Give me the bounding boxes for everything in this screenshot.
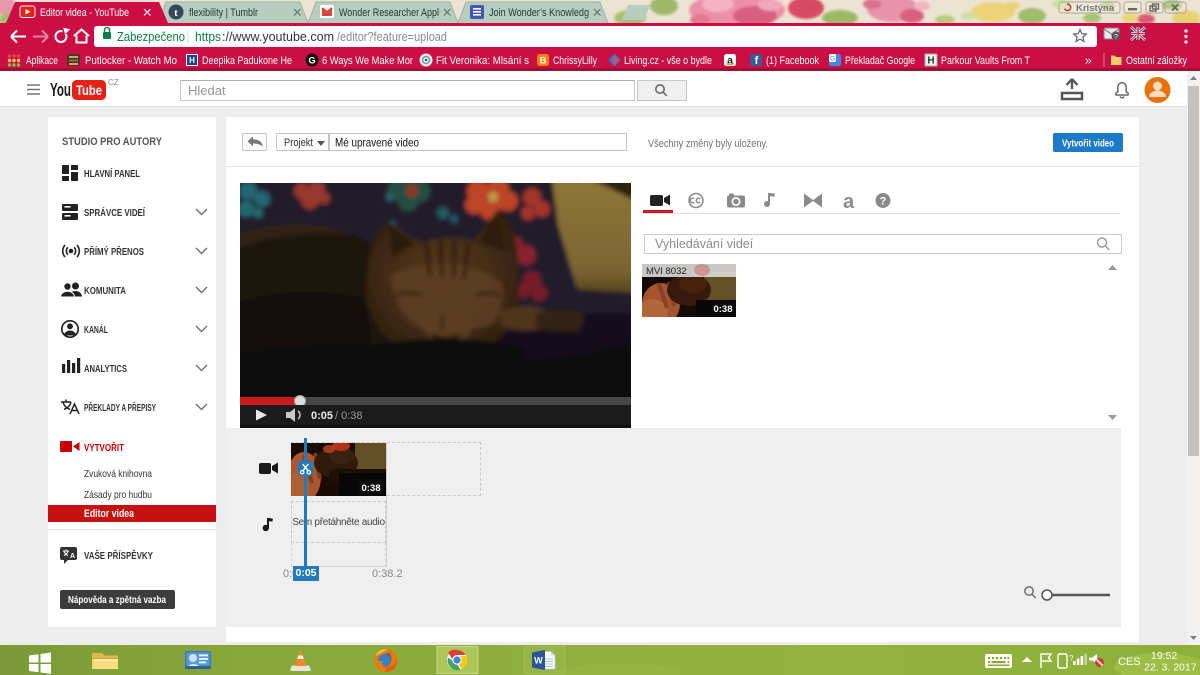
svg-text:CZ: CZ: [108, 78, 119, 87]
svg-text:?: ?: [880, 196, 887, 208]
svg-text:Zásady pro hudbu: Zásady pro hudbu: [84, 489, 152, 501]
svg-text:0:38: 0:38: [713, 304, 732, 315]
svg-text:t: t: [174, 7, 178, 19]
svg-text:?: ?: [1114, 34, 1118, 41]
svg-text:/editor?feature=upload: /editor?feature=upload: [337, 30, 447, 44]
svg-text:PŘEKLADY A PŘEPISY: PŘEKLADY A PŘEPISY: [84, 401, 156, 414]
svg-text:KOMUNITA: KOMUNITA: [84, 285, 126, 297]
svg-text:H: H: [927, 56, 934, 67]
svg-text:Parkour Vaults From T: Parkour Vaults From T: [941, 55, 1030, 67]
svg-text:Všechny změny byly uloženy.: Všechny změny byly uloženy.: [648, 138, 768, 150]
svg-text:Living.cz - vše o bydle: Living.cz - vše o bydle: [624, 55, 712, 67]
svg-text:://www.youtube.com: ://www.youtube.com: [222, 30, 334, 44]
svg-text:Kristýna: Kristýna: [1076, 3, 1115, 13]
svg-text:Aplikace: Aplikace: [26, 55, 58, 67]
svg-text:Tube: Tube: [76, 82, 102, 98]
svg-text:Editor videa: Editor videa: [84, 508, 135, 520]
svg-text:6 Ways We Make Mor: 6 Ways We Make Mor: [322, 55, 413, 67]
svg-text:0:38: 0:38: [361, 483, 380, 494]
svg-text:Zvuková knihovna: Zvuková knihovna: [84, 468, 152, 480]
svg-text:19:52: 19:52: [1151, 650, 1177, 662]
svg-text:G: G: [308, 56, 315, 66]
svg-text:KANÁL: KANÁL: [84, 323, 108, 336]
svg-text:Ostatní záložky: Ostatní záložky: [1126, 55, 1187, 67]
svg-text:Nápověda a zpětná vazba: Nápověda a zpětná vazba: [68, 595, 166, 606]
svg-text:Zabezpečeno: Zabezpečeno: [117, 30, 185, 44]
svg-text:a: a: [843, 191, 855, 213]
svg-text:VAŠE PŘÍSPĚVKY: VAŠE PŘÍSPĚVKY: [84, 549, 153, 562]
svg-text:ANALYTICS: ANALYTICS: [84, 363, 127, 375]
svg-text:flexibility | Tumblr: flexibility | Tumblr: [189, 7, 258, 19]
svg-text:Join Wonder’s Knowledg: Join Wonder’s Knowledg: [489, 7, 589, 19]
svg-text:Editor videa - YouTube: Editor videa - YouTube: [40, 7, 129, 19]
svg-text:Mé upravené video: Mé upravené video: [335, 136, 419, 150]
svg-text:STUDIO PRO AUTORY: STUDIO PRO AUTORY: [62, 136, 163, 148]
svg-text:Překladač Google: Překladač Google: [845, 55, 915, 67]
svg-text:»: »: [1085, 54, 1092, 68]
svg-text:H: H: [189, 56, 195, 65]
svg-text:You: You: [50, 80, 71, 100]
svg-text:ChrissyLilly: ChrissyLilly: [553, 55, 597, 67]
svg-text:VYTVOŘIT: VYTVOŘIT: [84, 441, 124, 454]
svg-text:(1) Facebook: (1) Facebook: [766, 55, 819, 67]
svg-text:22. 3. 2017: 22. 3. 2017: [1144, 662, 1197, 674]
svg-text:Fit Veronika: Mlsání s: Fit Veronika: Mlsání s: [436, 55, 529, 67]
svg-text:A: A: [70, 553, 75, 560]
svg-text:Wonder Researcher Appl: Wonder Researcher Appl: [339, 7, 439, 19]
svg-text:W: W: [534, 656, 543, 666]
svg-text:Vytvořit video: Vytvořit video: [1062, 138, 1114, 150]
svg-text:PŘÍMÝ PŘENOS: PŘÍMÝ PŘENOS: [84, 245, 144, 258]
svg-text:https: https: [195, 30, 221, 44]
svg-text:CES: CES: [1118, 656, 1141, 668]
svg-text:f: f: [755, 55, 759, 67]
svg-text:Deepika Padukone He: Deepika Padukone He: [202, 55, 292, 67]
svg-text:HLAVNÍ PANEL: HLAVNÍ PANEL: [84, 167, 140, 180]
svg-text:/ 0:38: / 0:38: [335, 410, 363, 422]
svg-text:0:05: 0:05: [311, 410, 333, 422]
svg-text:B: B: [540, 56, 547, 67]
svg-text:G: G: [830, 56, 835, 63]
svg-text:Putlocker - Watch Mo: Putlocker - Watch Mo: [85, 55, 177, 67]
svg-text:Projekt: Projekt: [284, 137, 313, 149]
svg-text:SPRÁVCE VIDEÍ: SPRÁVCE VIDEÍ: [84, 206, 146, 219]
svg-text:MVI 8032: MVI 8032: [646, 266, 687, 277]
